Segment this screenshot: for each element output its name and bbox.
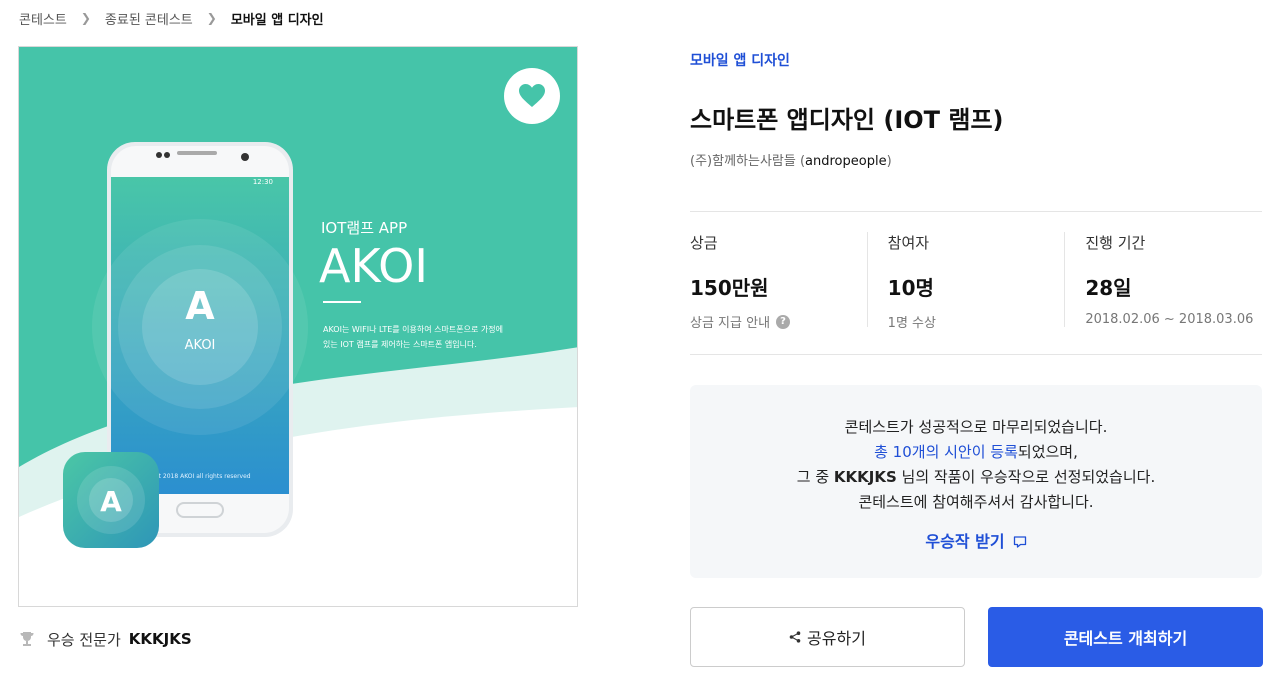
winning-expert-label: 우승 전문가 bbox=[47, 630, 121, 649]
contest-result-notice: 콘테스트가 성공적으로 마무리되었습니다. 총 10개의 시안이 등록되었으며,… bbox=[690, 385, 1262, 578]
stat-sub: 1명 수상 bbox=[887, 316, 936, 331]
contest-thumbnail: A AKOI 12:30 ight 2018 AKOI all rights r… bbox=[18, 46, 578, 607]
stat-sub: 2018.02.06 ~ 2018.03.06 bbox=[1085, 312, 1254, 327]
app-name: AKOI bbox=[319, 239, 428, 293]
app-subtitle: IOT램프 APP bbox=[321, 219, 407, 237]
breadcrumb: 콘테스트 ❯ 종료된 콘테스트 ❯ 모바일 앱 디자인 bbox=[19, 9, 324, 28]
stat-value: 10명 bbox=[887, 276, 934, 300]
app-desc-2: 있는 IOT 램프를 제어하는 스마트폰 앱입니다. bbox=[323, 339, 477, 349]
notice-text: 님의 작품이 우승작으로 선정되었습니다. bbox=[896, 468, 1156, 486]
notice-text: 되었으며, bbox=[1017, 443, 1078, 461]
help-icon[interactable]: ? bbox=[776, 314, 791, 329]
chevron-right-icon: ❯ bbox=[80, 11, 91, 25]
svg-text:A: A bbox=[185, 284, 215, 328]
copyright-text: ight 2018 AKOI all rights reserved bbox=[149, 473, 250, 480]
contest-title: 스마트폰 앱디자인 (IOT 램프) bbox=[690, 106, 1004, 134]
heart-icon bbox=[519, 84, 545, 107]
breadcrumb-current[interactable]: 모바일 앱 디자인 bbox=[231, 9, 324, 28]
winner-name: KKKJKS bbox=[833, 468, 897, 486]
notice-line: 콘테스트에 참여해주셔서 감사합니다. bbox=[858, 493, 1094, 511]
submissions-link[interactable]: 총 10개의 시안이 등록 bbox=[874, 443, 1018, 461]
host-contest-button[interactable]: 콘테스트 개최하기 bbox=[988, 607, 1263, 667]
message-icon bbox=[1013, 535, 1026, 548]
notice-line: 총 10개의 시안이 등록되었으며, bbox=[690, 440, 1262, 465]
stat-label: 진행 기간 bbox=[1085, 234, 1146, 252]
svg-text:A: A bbox=[100, 485, 122, 518]
stat-value: 28일 bbox=[1085, 276, 1132, 300]
host-id: andropeople bbox=[805, 154, 887, 169]
app-desc-1: AKOI는 WIFI나 LTE를 이용하여 스마트폰으로 가정에 bbox=[323, 324, 503, 334]
akoi-app-illustration: A AKOI 12:30 ight 2018 AKOI all rights r… bbox=[19, 47, 577, 606]
stat-participants: 참여자 10명 1명 수상 bbox=[866, 232, 1065, 331]
host-prefix: (주)함께하는사람들 ( bbox=[690, 154, 806, 169]
stat-period: 진행 기간 28일 2018.02.06 ~ 2018.03.06 bbox=[1064, 232, 1262, 327]
divider bbox=[690, 354, 1262, 355]
winning-expert: 우승 전문가 KKKJKS bbox=[19, 628, 192, 650]
prize-payment-info[interactable]: 상금 지급 안내 ? bbox=[690, 312, 867, 331]
share-icon bbox=[789, 631, 801, 643]
cta-label: 우승작 받기 bbox=[925, 532, 1005, 551]
stat-label: 참여자 bbox=[887, 234, 930, 252]
host-suffix: ) bbox=[886, 154, 892, 169]
stat-prize: 상금 150만원 상금 지급 안내 ? bbox=[690, 232, 867, 331]
share-button-label: 공유하기 bbox=[807, 629, 866, 648]
trophy-icon bbox=[20, 632, 34, 646]
share-button[interactable]: 공유하기 bbox=[690, 607, 965, 667]
breadcrumb-ended-contest[interactable]: 종료된 콘테스트 bbox=[105, 9, 193, 28]
get-winning-work-button[interactable]: 우승작 받기 bbox=[925, 529, 1026, 554]
stat-value: 150만원 bbox=[690, 276, 769, 300]
contest-stats: 상금 150만원 상금 지급 안내 ? 참여자 10명 1명 수상 진행 기간 … bbox=[690, 232, 1262, 331]
notice-line: 그 중 KKKJKS 님의 작품이 우승작으로 선정되었습니다. bbox=[690, 465, 1262, 490]
notice-line: 콘테스트가 성공적으로 마무리되었습니다. bbox=[844, 418, 1108, 436]
stat-sub: 상금 지급 안내 bbox=[690, 316, 771, 331]
winning-expert-name[interactable]: KKKJKS bbox=[129, 630, 192, 648]
contest-host: (주)함께하는사람들 (andropeople) bbox=[690, 150, 892, 169]
divider bbox=[690, 211, 1262, 212]
phone-time: 12:30 bbox=[253, 178, 273, 186]
favorite-button[interactable] bbox=[504, 68, 560, 124]
notice-text: 그 중 bbox=[796, 468, 834, 486]
stat-label: 상금 bbox=[690, 234, 718, 252]
phone-logo-text: AKOI bbox=[185, 338, 216, 353]
breadcrumb-contest[interactable]: 콘테스트 bbox=[19, 9, 67, 28]
contest-category[interactable]: 모바일 앱 디자인 bbox=[690, 50, 790, 70]
chevron-right-icon: ❯ bbox=[206, 11, 217, 25]
